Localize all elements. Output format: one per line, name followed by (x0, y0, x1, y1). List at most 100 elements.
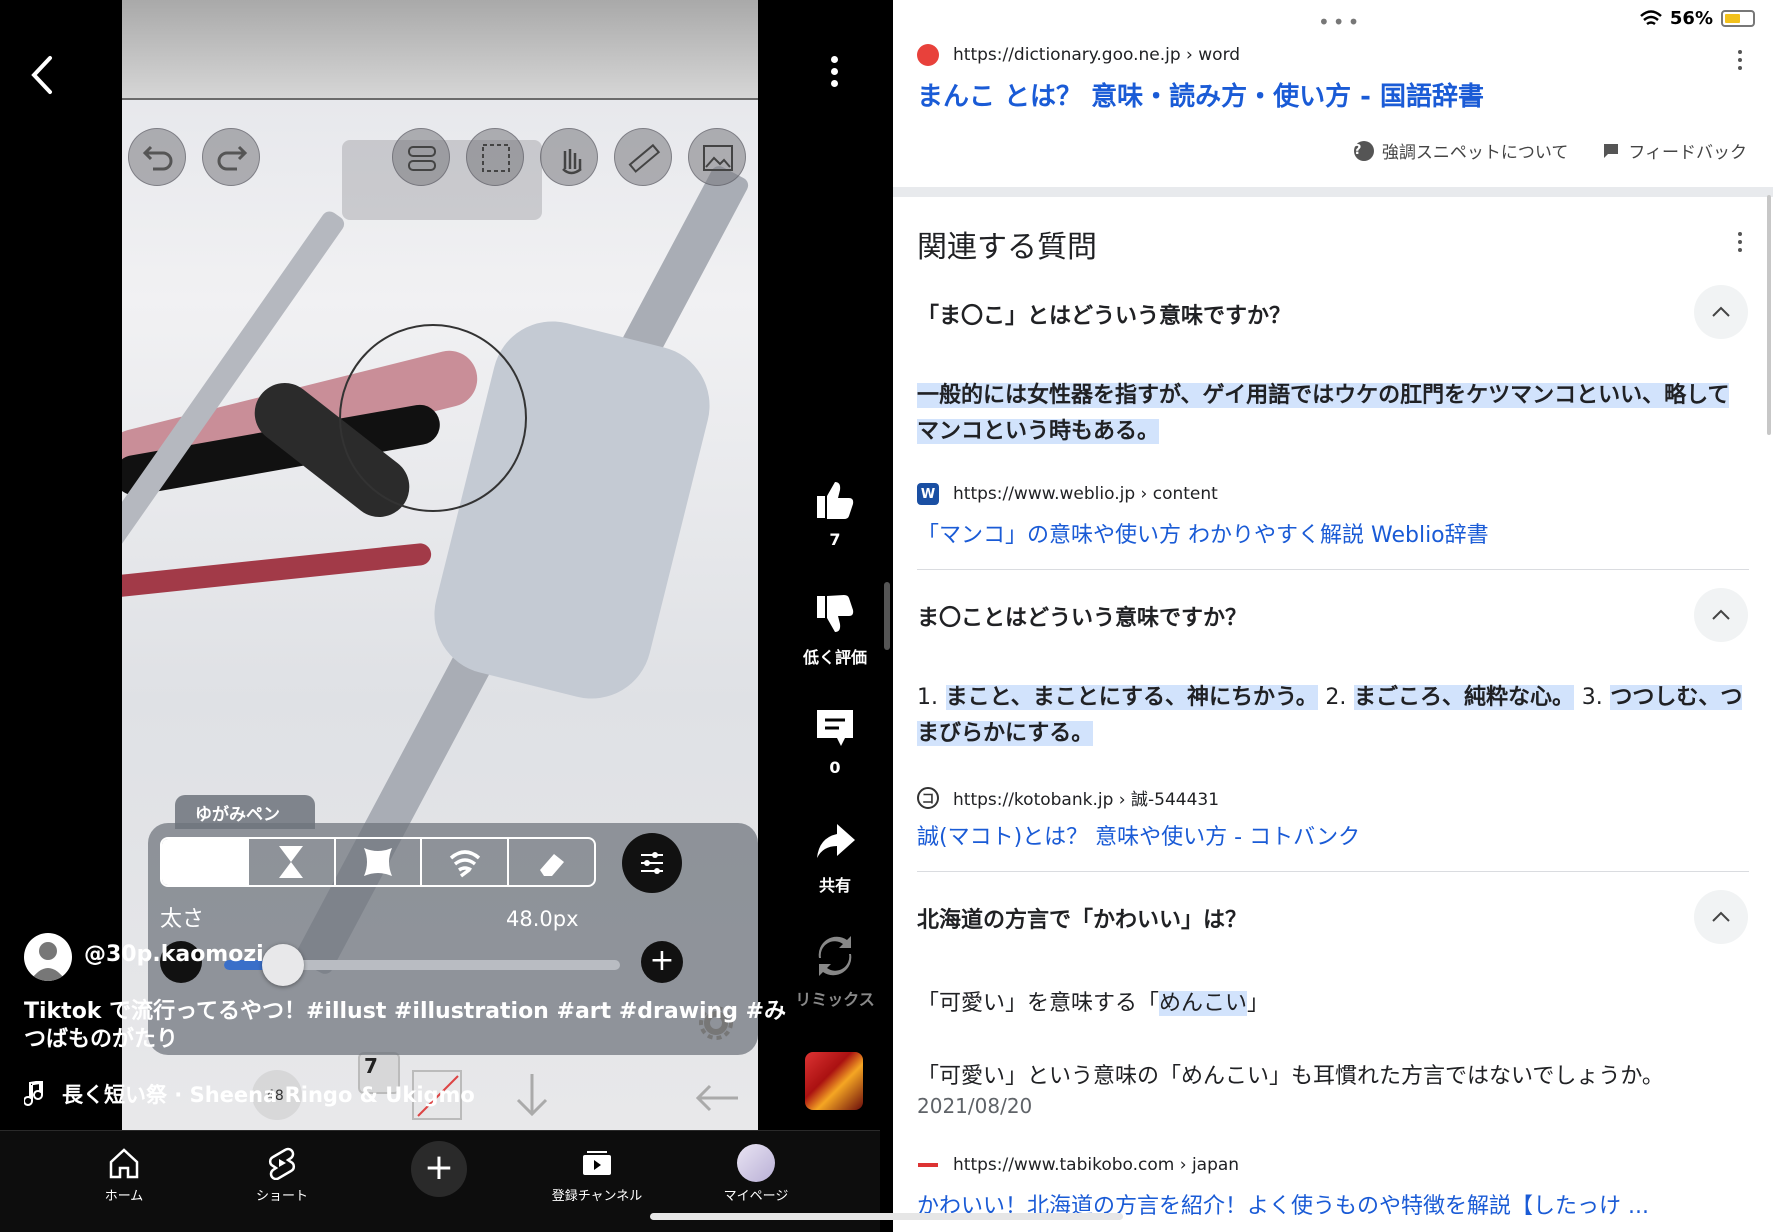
nav-shorts-label: ショート (255, 1189, 308, 1204)
pen-shape-selector (160, 837, 596, 887)
toggle-menu-icon[interactable] (392, 128, 450, 186)
nav-home[interactable]: ホーム (64, 1141, 184, 1204)
like-button[interactable]: 7 (795, 478, 875, 549)
featured-source-url: https://dictionary.goo.ne.jp › word (953, 45, 1241, 65)
nav-mypage-label: マイページ (723, 1189, 789, 1204)
remix-button[interactable]: リミックス (795, 934, 875, 1010)
answer-2-source[interactable]: コ https://kotobank.jp › 誠-544431 (917, 785, 1219, 810)
multitask-dots[interactable]: ••• (1318, 10, 1362, 34)
featured-source[interactable]: https://dictionary.goo.ne.jp › word (917, 44, 1240, 66)
art-stroke (122, 542, 433, 600)
answer-3-source-url: https://www.tabikobo.com › japan (953, 1155, 1240, 1175)
section-separator (893, 187, 1773, 197)
slider-thumb[interactable] (262, 944, 305, 986)
bloat-pen-option[interactable] (336, 839, 423, 885)
answer-2-item: まこと、まことにする、神にちかう。 (945, 685, 1318, 710)
pinch-pen-option[interactable] (249, 839, 336, 885)
answer-3-line-2: 「可愛い」という意味の「めんこい」も耳慣れた方言ではないでしょうか。 (917, 1064, 1664, 1089)
nav-subscriptions[interactable]: 登録チャンネル (537, 1141, 657, 1204)
more-options-icon[interactable] (826, 56, 842, 96)
swirl-icon (449, 850, 480, 878)
scrollbar[interactable] (1767, 195, 1771, 435)
eraser-pen-option[interactable] (509, 839, 594, 885)
related-questions-title: 関連する質問 (917, 230, 1097, 265)
comment-button[interactable]: 0 (795, 706, 875, 777)
list-number: 3. (1581, 685, 1603, 710)
music-row[interactable]: 長く短い祭 · Sheena Ringo & Ukigmo (24, 1079, 475, 1109)
sliders-icon (641, 852, 663, 874)
answer-2-source-url: https://kotobank.jp › 誠-544431 (953, 790, 1220, 810)
snippet-footer: ? 強調スニペットについて フィードバック (1353, 138, 1747, 163)
collapse-question-3[interactable] (1694, 890, 1748, 944)
featured-more-icon[interactable] (1736, 50, 1744, 74)
split-view-divider-handle[interactable] (884, 582, 890, 650)
answer-3-highlight: めんこい (1159, 991, 1248, 1016)
question-3[interactable]: 北海道の方言で「かわいい」は？ (917, 902, 1247, 934)
channel-name[interactable]: @30p.kaomozi (84, 942, 264, 967)
create-button[interactable]: + (411, 1141, 467, 1197)
answer-1-text: 一般的には女性器を指すが、ゲイ用語ではウケの肛門をケツマンコといい、略してマンコ… (917, 383, 1730, 444)
battery-icon (1721, 10, 1755, 27)
back-arrow-icon[interactable] (692, 1078, 742, 1122)
answer-3-text: 「可愛い」を意味する「 (917, 991, 1160, 1016)
home-icon (109, 1148, 139, 1179)
related-more-icon[interactable] (1736, 232, 1744, 256)
remix-icon (818, 936, 852, 976)
profile-avatar (737, 1144, 775, 1182)
answer-2-link[interactable]: 誠(マコト)とは？ 意味や使い方 - コトバンク (917, 819, 1360, 851)
undo-icon[interactable] (128, 128, 186, 186)
selection-icon[interactable] (466, 128, 524, 186)
comment-icon (817, 710, 853, 746)
tabikobo-favicon-icon (917, 1154, 939, 1176)
thickness-value: 48.0px (506, 907, 579, 931)
feedback-link[interactable]: フィードバック (1602, 138, 1747, 163)
chevron-up-icon (1712, 609, 1730, 620)
pen-adjust-button[interactable] (622, 833, 682, 893)
download-arrow-icon[interactable] (510, 1070, 554, 1124)
increase-thickness-button[interactable]: + (641, 941, 683, 983)
answer-2-item: まごころ、純粋な心。 (1354, 685, 1575, 710)
collapse-question-1[interactable] (1694, 285, 1748, 339)
remix-label: リミックス (795, 990, 875, 1009)
chevron-up-icon (1712, 911, 1730, 922)
layer-count: 7 (364, 1054, 378, 1078)
dislike-button[interactable]: 低く評価 (795, 592, 875, 668)
swirl-pen-option[interactable] (422, 839, 510, 885)
wifi-icon (1640, 9, 1662, 25)
home-indicator[interactable] (650, 1213, 1123, 1220)
collapse-question-2[interactable] (1694, 588, 1748, 642)
answer-1-source[interactable]: W https://www.weblio.jp › content (917, 483, 1218, 505)
image-icon[interactable] (688, 128, 746, 186)
question-2[interactable]: ま〇ことはどういう意味ですか？ (917, 600, 1247, 632)
crescent-icon (198, 848, 213, 876)
redo-icon[interactable] (202, 128, 260, 186)
back-chevron-icon[interactable] (22, 50, 62, 100)
share-button[interactable]: 共有 (795, 820, 875, 896)
dislike-label: 低く評価 (802, 648, 867, 667)
feedback-icon (1604, 143, 1619, 158)
answer-1-source-url: https://www.weblio.jp › content (953, 484, 1218, 504)
chevron-up-icon (1712, 306, 1730, 317)
nav-mypage[interactable]: マイページ (696, 1141, 816, 1204)
ruler-icon[interactable] (614, 128, 672, 186)
eraser-icon (539, 854, 564, 876)
thickness-slider[interactable] (224, 944, 620, 986)
video-caption[interactable]: Tiktok で流行ってるやつ！#illust #illustration #a… (24, 998, 794, 1054)
sound-thumbnail[interactable] (805, 1052, 863, 1110)
music-title: 長く短い祭 · Sheena Ringo & Ukigmo (62, 1083, 475, 1107)
nav-shorts[interactable]: ショート (222, 1141, 342, 1204)
kotobank-favicon-icon: コ (917, 786, 939, 809)
about-snippets-link[interactable]: ? 強調スニペットについて (1353, 138, 1568, 163)
answer-1-link[interactable]: 「マンコ」の意味や使い方 わかりやすく解説 Weblio辞書 (917, 517, 1489, 549)
comment-count: 0 (829, 758, 841, 777)
hourglass-icon (279, 846, 304, 878)
video-app-pane: ••• (0, 0, 893, 1232)
crescent-pen-option[interactable] (162, 839, 249, 885)
channel-avatar[interactable] (24, 933, 72, 981)
question-1[interactable]: 「ま〇こ」とはどういう意味ですか？ (917, 298, 1291, 330)
hand-icon[interactable] (540, 128, 598, 186)
answer-3-source[interactable]: https://www.tabikobo.com › japan (917, 1154, 1239, 1176)
status-bar: 56% (1640, 8, 1755, 29)
featured-title-link[interactable]: まんこ とは？ 意味・読み方・使い方 - 国語辞書 (917, 76, 1484, 113)
thickness-label: 太さ (160, 907, 205, 932)
